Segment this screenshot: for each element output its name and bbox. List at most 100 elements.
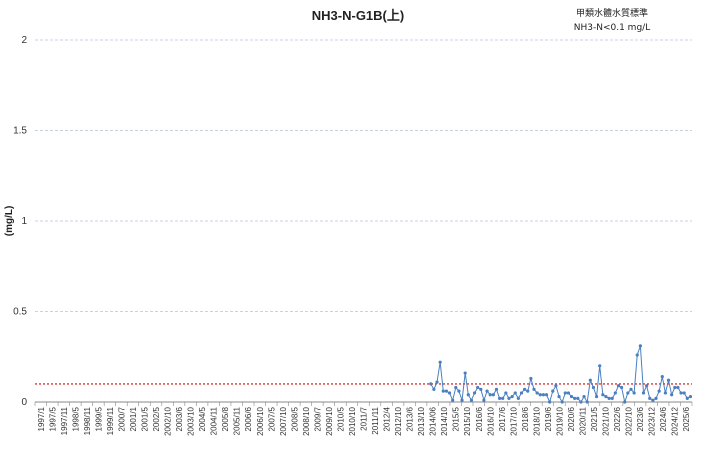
- x-tick-label: 1997/1: [37, 406, 46, 431]
- x-tick-label: 2011/7: [360, 406, 369, 430]
- y-tick-label: 0.5: [13, 307, 27, 318]
- data-point: [601, 393, 605, 397]
- data-point: [507, 396, 511, 400]
- x-tick-label: 1999/11: [106, 406, 115, 435]
- data-point: [666, 378, 671, 382]
- data-point: [541, 393, 545, 397]
- data-point: [613, 391, 617, 395]
- x-tick-label: 2020/6: [567, 406, 576, 431]
- standard-note-line-1: 甲類水體水質標準: [576, 7, 648, 19]
- x-tick-label: 2004/11: [210, 406, 219, 435]
- x-tick-label: 2005/8: [221, 406, 230, 431]
- data-point: [504, 391, 508, 395]
- x-tick-label: 2006/6: [244, 406, 253, 431]
- data-point: [576, 396, 580, 400]
- data-point: [635, 353, 639, 357]
- x-tick-label: 2015/5: [452, 406, 461, 431]
- x-tick-label: 2012/10: [394, 406, 403, 435]
- y-axis-ticks: 0 0.5 1 1.5 2: [13, 35, 27, 408]
- x-tick-label: 2001/1: [129, 406, 138, 431]
- data-point: [460, 398, 464, 402]
- x-tick-label: 2018/6: [521, 406, 530, 431]
- data-point: [494, 387, 499, 391]
- y-tick-label: 0: [21, 397, 27, 408]
- x-tick-label: 2010/5: [336, 406, 345, 431]
- series-line: [430, 345, 691, 404]
- x-tick-label: 2011/11: [371, 406, 380, 434]
- x-tick-label: 2016/10: [486, 406, 495, 435]
- chart: NH3-N-G1B(上) 甲類水體水質標準 NH3-N<0.1 mg/L (mg…: [4, 7, 693, 436]
- y-tick-label: 2: [21, 35, 27, 46]
- x-tick-label: 1998/5: [71, 406, 80, 431]
- x-tick-label: 2001/5: [141, 406, 150, 431]
- x-tick-label: 2013/6: [406, 406, 415, 431]
- data-point: [610, 396, 614, 400]
- x-tick-label: 2003/6: [175, 406, 184, 431]
- x-tick-label: 2014/10: [440, 406, 449, 435]
- data-point: [673, 385, 677, 390]
- x-tick-label: 2022/10: [625, 406, 634, 435]
- data-point: [638, 344, 642, 348]
- data-point: [651, 398, 655, 402]
- data-point: [526, 389, 530, 393]
- data-point: [654, 396, 658, 400]
- data-point: [479, 387, 483, 391]
- x-tick-label: 1998/11: [83, 406, 92, 435]
- data-point: [685, 396, 689, 400]
- data-point: [529, 376, 533, 381]
- y-axis-label: (mg/L): [4, 206, 15, 237]
- x-tick-label: 2014/06: [429, 406, 438, 435]
- data-point: [548, 400, 552, 404]
- data-point: [569, 394, 574, 399]
- y-tick-label: 1.5: [13, 126, 27, 137]
- data-point: [482, 398, 486, 402]
- data-point: [485, 389, 489, 393]
- x-tick-label: 2002/10: [164, 406, 173, 435]
- x-tick-label: 1997/11: [60, 406, 69, 435]
- x-tick-label: 2010/10: [348, 406, 357, 435]
- x-tick-label: 2004/5: [198, 406, 207, 431]
- x-tick-label: 2021/5: [590, 406, 599, 431]
- y-tick-label: 1: [21, 216, 27, 227]
- data-point: [476, 385, 480, 390]
- x-tick-label: 1999/5: [94, 406, 103, 431]
- x-tick-label: 1997/5: [48, 406, 57, 431]
- data-point: [632, 391, 636, 395]
- data-point: [604, 394, 608, 399]
- x-tick-label: 2005/11: [233, 406, 242, 435]
- data-point: [554, 384, 558, 388]
- x-tick-label: 2002/5: [152, 406, 161, 431]
- data-point: [676, 385, 680, 390]
- data-point: [438, 360, 442, 364]
- data-point: [441, 389, 445, 393]
- x-tick-label: 2023/12: [648, 406, 657, 435]
- data-point: [629, 387, 633, 391]
- data-point: [491, 393, 495, 397]
- x-tick-label: 2000/7: [117, 406, 126, 431]
- x-tick-label: 2009/7: [313, 406, 322, 431]
- data-point: [560, 400, 564, 404]
- data-point: [544, 393, 549, 397]
- x-tick-label: 2018/10: [532, 406, 541, 435]
- x-tick-label: 2012/4: [383, 406, 392, 431]
- x-tick-label: 2013/10: [417, 406, 426, 435]
- data-point: [466, 393, 470, 397]
- data-point: [516, 396, 520, 400]
- data-point: [657, 389, 661, 393]
- x-tick-label: 2007/10: [279, 406, 288, 435]
- data-point: [510, 394, 514, 399]
- data-point: [513, 391, 517, 395]
- data-point: [620, 385, 624, 390]
- x-tick-label: 2022/6: [613, 406, 622, 431]
- data-point: [607, 396, 611, 400]
- data-point: [469, 398, 474, 402]
- data-point: [648, 396, 652, 400]
- data-point: [444, 389, 449, 393]
- data-point: [432, 387, 436, 391]
- x-tick-label: 2024/6: [659, 406, 668, 431]
- x-tick-label: 2003/10: [187, 406, 196, 435]
- x-tick-label: 2009/10: [325, 406, 334, 435]
- data-point: [585, 400, 589, 404]
- data-point: [454, 385, 458, 390]
- data-point: [551, 389, 555, 393]
